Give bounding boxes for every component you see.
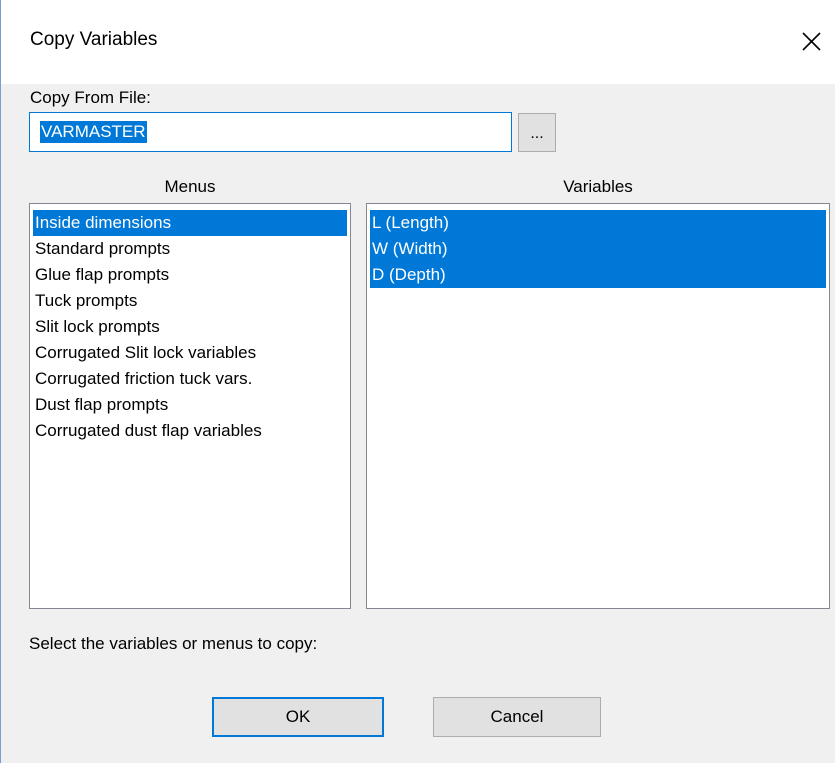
variables-list-item[interactable]: W (Width) — [370, 236, 826, 262]
close-button[interactable] — [791, 22, 831, 62]
menus-list-item[interactable]: Slit lock prompts — [33, 314, 347, 340]
variables-list-item[interactable]: L (Length) — [370, 210, 826, 236]
browse-button[interactable]: ... — [518, 113, 556, 152]
close-icon — [802, 32, 821, 51]
title-bar: Copy Variables — [1, 0, 835, 84]
menus-list-item[interactable]: Standard prompts — [33, 236, 347, 262]
menus-list-item[interactable]: Glue flap prompts — [33, 262, 347, 288]
menus-listbox[interactable]: Inside dimensions Standard prompts Glue fl… — [29, 203, 351, 609]
menus-header: Menus — [164, 177, 216, 196]
menus-list-item[interactable]: Corrugated friction tuck vars. — [33, 366, 347, 392]
menus-list-item[interactable]: Inside dimensions — [33, 210, 347, 236]
ok-button[interactable]: OK — [212, 697, 384, 737]
menus-list-item[interactable]: Dust flap prompts — [33, 392, 347, 418]
menus-list-item[interactable]: Corrugated Slit lock variables — [33, 340, 347, 366]
variables-list-item[interactable]: D (Depth) — [370, 262, 826, 288]
menus-list-item[interactable]: Corrugated dust flap variables — [33, 418, 347, 444]
menus-list-item[interactable]: Tuck prompts — [33, 288, 347, 314]
dialog-title: Copy Variables — [30, 29, 158, 50]
menus-list: Inside dimensions Standard prompts Glue fl… — [30, 204, 350, 444]
copy-from-file-input[interactable]: VARMASTER — [29, 112, 512, 152]
variables-header: Variables — [563, 177, 633, 196]
instruction-text: Select the variables or menus to copy: — [29, 634, 318, 653]
copy-variables-dialog: Copy Variables Copy From File: VARMASTER… — [0, 0, 835, 763]
cancel-button[interactable]: Cancel — [433, 697, 601, 737]
copy-from-label: Copy From File: — [30, 88, 151, 107]
copy-from-file-value: VARMASTER — [40, 121, 147, 143]
variables-listbox[interactable]: L (Length) W (Width) D (Depth) — [366, 203, 830, 609]
variables-list: L (Length) W (Width) D (Depth) — [367, 204, 829, 288]
